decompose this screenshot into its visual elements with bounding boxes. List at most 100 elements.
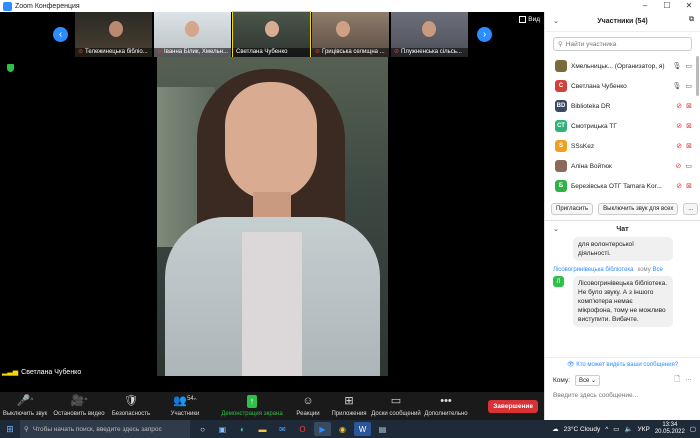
participant-row[interactable]: S SSsKez ⊘ ⊠ xyxy=(545,136,700,156)
caret-up-icon[interactable]: ^ xyxy=(30,398,33,404)
window-titlebar: Zoom Конференция – ☐ ✕ xyxy=(0,0,700,12)
zoom-app-icon[interactable]: ▶ xyxy=(314,422,331,436)
caret-up-icon[interactable]: ^ xyxy=(194,398,197,404)
view-button[interactable]: Вид xyxy=(519,16,540,23)
participant-thumbnail[interactable]: ⊘ Іванна Білик, Хмельн... xyxy=(154,12,231,57)
notifications-icon[interactable]: ▢ xyxy=(690,425,696,433)
taskbar-search[interactable]: ⚲ Чтобы начать поиск, введите здесь запр… xyxy=(20,420,190,438)
windows-start-icon[interactable]: ⊞ xyxy=(0,424,20,435)
close-window-icon[interactable]: ✕ xyxy=(678,0,700,12)
collapse-icon[interactable]: ⌄ xyxy=(553,17,559,25)
participants-scrollbar[interactable] xyxy=(696,56,699,96)
chat-input[interactable] xyxy=(553,392,692,399)
camera-icon[interactable]: ▭ xyxy=(685,62,692,70)
whiteboards-button[interactable]: ▭ Доски сообщений xyxy=(370,392,422,420)
system-tray: ☁ 23°C Cloudy ^ ▭ 🔈 УКР 13:34 20.05.2022… xyxy=(552,422,700,436)
zoom-logo-icon xyxy=(3,1,12,11)
caret-up-icon[interactable]: ^ xyxy=(84,398,87,404)
chat-more-icon[interactable]: … xyxy=(685,375,692,386)
participant-row[interactable]: Аліна Войтюк ⊘ ▭ xyxy=(545,156,700,176)
participant-thumbnail[interactable]: ⊘ Плужненська сільсь... xyxy=(391,12,468,57)
mail-icon[interactable]: ✉ xyxy=(274,422,291,436)
more-button[interactable]: ••• Дополнительно xyxy=(422,392,470,420)
participant-name: Хмельницьк... (Организатор, я) xyxy=(571,62,665,70)
recipient-name: Все xyxy=(652,267,663,273)
chrome-icon[interactable]: ◉ xyxy=(334,422,351,436)
participant-row[interactable]: BD Biblioteka DR ⊘ ⊠ xyxy=(545,96,700,116)
participant-row[interactable]: Хмельницьк... (Организатор, я) 🎙 ▭ xyxy=(545,56,700,76)
opera-icon[interactable]: O xyxy=(294,422,311,436)
participants-button[interactable]: 👥54^ Участники xyxy=(154,392,216,420)
next-thumbnails-button[interactable]: › xyxy=(477,27,492,42)
participant-thumbnail[interactable]: ⊘ Тележинецька бібліо... xyxy=(75,12,152,57)
minimize-window-icon[interactable]: – xyxy=(634,0,656,12)
view-label: Вид xyxy=(528,16,540,23)
clock[interactable]: 13:34 20.05.2022 xyxy=(655,422,685,436)
participant-avatar: S xyxy=(555,140,567,152)
mute-button[interactable]: 🎤^ Выключить звук xyxy=(0,392,50,420)
collapse-icon[interactable]: ⌄ xyxy=(553,225,559,233)
participant-thumbnail-active[interactable]: Светлана Чубенко xyxy=(232,11,311,58)
security-button[interactable]: 🛡 Безопасность xyxy=(108,392,154,420)
participant-avatar xyxy=(555,60,567,72)
mute-all-button[interactable]: Выключить звук для всех xyxy=(598,203,679,215)
chat-recipient-select[interactable]: Все ⌄ xyxy=(575,375,601,386)
weather-icon: ☁ xyxy=(552,426,559,433)
apps-button[interactable]: ⊞ Приложения xyxy=(328,392,370,420)
clock-time: 13:34 xyxy=(662,422,678,428)
maximize-window-icon[interactable]: ☐ xyxy=(656,0,678,12)
encryption-shield-icon xyxy=(7,64,14,72)
widgets-icon[interactable]: ▣ xyxy=(214,422,231,436)
who-can-see-link[interactable]: 👁 Кто может видеть ваши сообщения? xyxy=(545,357,700,371)
language-indicator[interactable]: УКР xyxy=(638,426,650,433)
task-view-icon[interactable]: ○ xyxy=(194,422,211,436)
participant-row[interactable]: Б Березівська ОТГ Tamara Kor... ⊘ ⊠ xyxy=(545,176,700,196)
prev-thumbnails-button[interactable]: ‹ xyxy=(53,27,68,42)
camera-off-icon[interactable]: ⊠ xyxy=(686,142,692,150)
participant-row[interactable]: С Светлана Чубенко 🎙 ▭ xyxy=(545,76,700,96)
word-icon[interactable]: W xyxy=(354,422,371,436)
weather-text[interactable]: 23°C Cloudy xyxy=(564,426,601,433)
popout-icon[interactable]: ⧉ xyxy=(689,16,694,24)
camera-off-icon[interactable]: ⊠ xyxy=(686,102,692,110)
volume-icon[interactable]: 🔈 xyxy=(624,425,632,433)
window-controls: – ☐ ✕ xyxy=(634,0,700,12)
microphone-muted-icon[interactable]: ⊘ xyxy=(676,122,682,130)
participant-search-input[interactable] xyxy=(565,40,686,48)
thumbnail-name: Светлана Чубенко xyxy=(236,49,288,55)
network-icon[interactable]: ▭ xyxy=(613,425,619,433)
end-meeting-button[interactable]: Завершение xyxy=(488,400,538,413)
reactions-button[interactable]: ☺ Реакции xyxy=(288,392,328,420)
message-sender[interactable]: Лісовогринівецька бібліотека xyxy=(553,267,634,273)
camera-off-icon[interactable]: ⊠ xyxy=(686,122,692,130)
camera-icon[interactable]: ▭ xyxy=(685,162,692,170)
more-label: Дополнительно xyxy=(424,411,468,417)
participants-more-button[interactable]: ... xyxy=(683,203,699,215)
invite-button[interactable]: Пригласить xyxy=(551,203,594,215)
edge-icon[interactable]: ◐ xyxy=(234,422,251,436)
camera-off-icon[interactable]: ⊠ xyxy=(686,182,692,190)
participant-name: Березівська ОТГ Tamara Kor... xyxy=(571,182,662,190)
microphone-icon[interactable]: 🎙 xyxy=(672,82,681,90)
side-panel: ⌄ Участники (54) ⧉ ⚲ Хмельницьк... (Орга… xyxy=(544,12,700,420)
participant-avatar: СТ xyxy=(555,120,567,132)
camera-icon[interactable]: ▭ xyxy=(685,82,692,90)
tray-chevron-icon[interactable]: ^ xyxy=(605,426,608,433)
participant-thumbnail[interactable]: ⊘ Грицівська селищна ... xyxy=(312,12,389,57)
grid-view-icon xyxy=(519,16,527,23)
video-area: ‹ ⊘ Тележинецька бібліо... ⊘ Іванна Білик,… xyxy=(0,11,544,392)
microphone-icon[interactable]: 🎙 xyxy=(672,62,681,70)
microphone-muted-icon[interactable]: ⊘ xyxy=(676,142,682,150)
chat-title: Чат xyxy=(616,225,629,233)
share-screen-button[interactable]: ↑ Демонстрация экрана xyxy=(216,392,288,420)
stop-video-button[interactable]: 🎥^ Остановить видео xyxy=(50,392,108,420)
chat-recipient-row: Кому: Все ⌄ 🗋 … xyxy=(553,375,692,386)
notepad-icon[interactable]: ▤ xyxy=(374,422,391,436)
participant-search[interactable]: ⚲ xyxy=(553,37,692,51)
microphone-muted-icon[interactable]: ⊘ xyxy=(676,182,682,190)
file-explorer-icon[interactable]: ▬ xyxy=(254,422,271,436)
participant-row[interactable]: СТ Смотрицька ТГ ⊘ ⊠ xyxy=(545,116,700,136)
microphone-muted-icon[interactable]: ⊘ xyxy=(676,102,682,110)
microphone-muted-icon[interactable]: ⊘ xyxy=(676,162,682,170)
file-icon[interactable]: 🗋 xyxy=(674,375,680,386)
